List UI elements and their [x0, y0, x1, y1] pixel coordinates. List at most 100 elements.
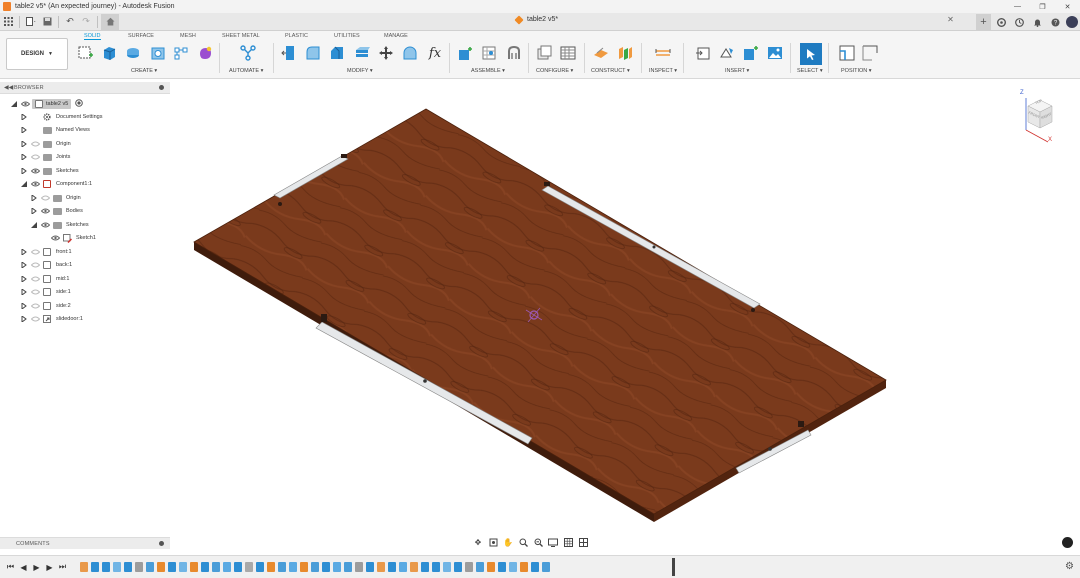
configure-table-icon[interactable] — [535, 44, 553, 62]
collapsed-triangle-icon[interactable] — [30, 194, 38, 202]
new-tab-plus-icon[interactable]: + — [976, 14, 991, 30]
offset-plane-icon[interactable] — [592, 44, 610, 62]
minimize-button[interactable]: — — [1005, 0, 1030, 13]
chamfer-icon[interactable] — [328, 44, 346, 62]
expanded-triangle-icon[interactable] — [20, 180, 28, 188]
collapsed-triangle-icon[interactable] — [20, 261, 28, 269]
timeline-feature-icon[interactable] — [388, 562, 396, 572]
create-menu[interactable]: CREATE ▾ — [131, 68, 157, 74]
model-view[interactable] — [170, 80, 1080, 535]
orbit-icon[interactable]: ✥ — [472, 537, 484, 549]
new-component-icon[interactable] — [456, 44, 474, 62]
hidden-eye-icon[interactable] — [30, 288, 40, 296]
display-settings-icon[interactable] — [547, 537, 559, 549]
timeline-feature-icon[interactable] — [344, 562, 352, 572]
tree-node-front[interactable]: front:1 — [20, 246, 72, 258]
timeline-feature-icon[interactable] — [322, 562, 330, 572]
timeline-feature-icon[interactable] — [190, 562, 198, 572]
grid-snaps-icon[interactable] — [562, 537, 574, 549]
tree-node-origin[interactable]: Origin — [20, 138, 71, 150]
timeline-feature-icon[interactable] — [124, 562, 132, 572]
automate-menu[interactable]: AUTOMATE ▾ — [229, 68, 263, 74]
tree-node-back[interactable]: back:1 — [20, 259, 72, 271]
insert-svg-icon[interactable] — [742, 44, 760, 62]
assemble-menu[interactable]: ASSEMBLE ▾ — [471, 68, 505, 74]
visibility-eye-icon[interactable] — [50, 234, 60, 242]
viewcube[interactable]: Z X TOP FRONT RIGHT — [1018, 90, 1058, 146]
hidden-eye-icon[interactable] — [30, 153, 40, 161]
panel-pin-icon[interactable] — [159, 85, 164, 90]
close-button[interactable]: ✕ — [1055, 0, 1080, 13]
timeline-feature-icon[interactable] — [245, 562, 253, 572]
visibility-eye-icon[interactable] — [40, 221, 50, 229]
tab-solid[interactable]: SOLID — [84, 33, 101, 40]
tree-node-document-settings[interactable]: Document Settings — [20, 111, 102, 123]
tree-node-mid[interactable]: mid:1 — [20, 273, 69, 285]
zoom-icon[interactable] — [517, 537, 529, 549]
timeline-feature-icon[interactable] — [421, 562, 429, 572]
hidden-eye-icon[interactable] — [30, 275, 40, 283]
new-sketch-icon[interactable] — [77, 44, 95, 62]
tree-node-side-2[interactable]: side:2 — [20, 300, 71, 312]
tree-node-named-views[interactable]: Named Views — [20, 124, 90, 136]
timeline-feature-icon[interactable] — [366, 562, 374, 572]
redo-icon[interactable]: ↷ — [78, 14, 94, 30]
tab-sheet-metal[interactable]: SHEET METAL — [222, 33, 260, 39]
timeline-feature-icon[interactable] — [80, 562, 88, 572]
expanded-triangle-icon[interactable] — [10, 100, 18, 108]
timeline-feature-icon[interactable] — [311, 562, 319, 572]
move-copy-icon[interactable] — [377, 44, 395, 62]
shell-icon[interactable] — [353, 44, 371, 62]
timeline-feature-icon[interactable] — [465, 562, 473, 572]
collapsed-triangle-icon[interactable] — [20, 248, 28, 256]
job-status-icon[interactable] — [1012, 14, 1027, 30]
timeline-feature-icon[interactable] — [278, 562, 286, 572]
tree-node-bodies[interactable]: Bodies — [30, 205, 83, 217]
collapsed-triangle-icon[interactable] — [30, 207, 38, 215]
timeline-feature-icon[interactable] — [300, 562, 308, 572]
hidden-eye-icon[interactable] — [30, 248, 40, 256]
timeline-feature-icon[interactable] — [443, 562, 451, 572]
extrude-icon[interactable] — [100, 44, 118, 62]
collapsed-triangle-icon[interactable] — [20, 126, 28, 134]
timeline-feature-icon[interactable] — [542, 562, 550, 572]
visibility-eye-icon[interactable] — [30, 180, 40, 188]
collapsed-triangle-icon[interactable] — [20, 113, 28, 121]
tab-utilities[interactable]: UTILITIES — [334, 33, 360, 39]
play-icon[interactable]: ▶ — [30, 561, 43, 573]
file-menu-icon[interactable] — [23, 14, 39, 30]
viewports-icon[interactable] — [577, 537, 589, 549]
timeline-feature-icon[interactable] — [454, 562, 462, 572]
go-to-end-icon[interactable]: ⏭ — [56, 561, 69, 573]
insert-menu[interactable]: INSERT ▾ — [725, 68, 749, 74]
help-icon[interactable]: ? — [1048, 14, 1063, 30]
save-icon[interactable] — [39, 14, 55, 30]
timeline-feature-icon[interactable] — [399, 562, 407, 572]
tree-node-joints[interactable]: Joints — [20, 151, 70, 163]
timeline-feature-icon[interactable] — [212, 562, 220, 572]
collapsed-triangle-icon[interactable] — [20, 167, 28, 175]
timeline-feature-icon[interactable] — [487, 562, 495, 572]
timeline-feature-icon[interactable] — [113, 562, 121, 572]
look-at-icon[interactable] — [487, 537, 499, 549]
timeline-feature-icon[interactable] — [267, 562, 275, 572]
collapsed-triangle-icon[interactable] — [20, 153, 28, 161]
change-parameters-icon[interactable]: fx — [426, 44, 444, 62]
user-avatar[interactable] — [1066, 16, 1078, 28]
hidden-eye-icon[interactable] — [40, 194, 50, 202]
collapsed-triangle-icon[interactable] — [20, 275, 28, 283]
hidden-eye-icon[interactable] — [30, 315, 40, 323]
split-body-icon[interactable] — [401, 44, 419, 62]
visibility-eye-icon[interactable] — [30, 167, 40, 175]
chat-assistant-icon[interactable] — [1062, 537, 1073, 548]
timeline-feature-icon[interactable] — [410, 562, 418, 572]
timeline-feature-icon[interactable] — [509, 562, 517, 572]
step-back-icon[interactable]: ◀ — [17, 561, 30, 573]
tree-root[interactable]: table2 v5 — [10, 98, 84, 110]
workspace-switcher[interactable]: DESIGN ▼ — [6, 38, 68, 70]
timeline-feature-icon[interactable] — [355, 562, 363, 572]
joint-icon[interactable] — [480, 44, 498, 62]
expanded-triangle-icon[interactable] — [30, 221, 38, 229]
collapsed-triangle-icon[interactable] — [20, 288, 28, 296]
timeline-feature-icon[interactable] — [498, 562, 506, 572]
